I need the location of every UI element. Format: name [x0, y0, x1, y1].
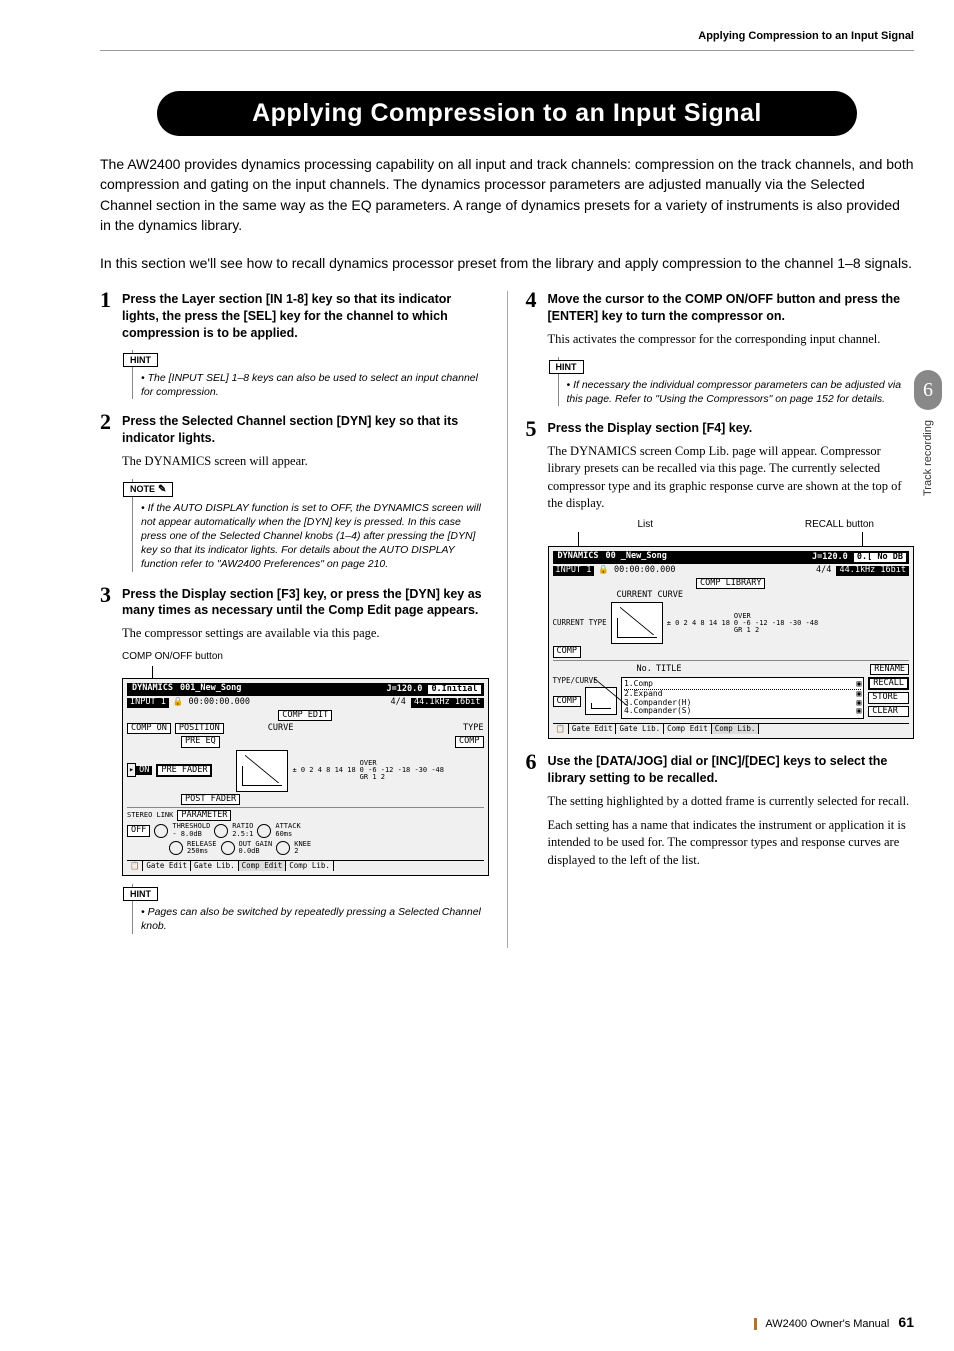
hint-callout: HINT Pages can also be switched by repea… — [132, 884, 489, 933]
step-number: 2 — [100, 409, 111, 435]
step-heading: Move the cursor to the COMP ON/OFF butto… — [548, 291, 915, 325]
step-6: 6 Use the [DATA/JOG] dial or [INC]/[DEC]… — [526, 753, 915, 869]
step-body: Each setting has a name that indicates t… — [548, 817, 915, 870]
page-footer: AW2400 Owner's Manual 61 — [754, 1314, 914, 1330]
step-number: 4 — [526, 287, 537, 313]
lcd-title: DYNAMICS — [129, 684, 176, 695]
preset-list: 1.Comp▣ 2.Expand▣ 3.Compander(H)▣ 4.Comp… — [621, 677, 864, 719]
lcd-channel: INPUT 1 — [553, 566, 595, 575]
step-body: This activates the compressor for the co… — [548, 331, 915, 349]
label-list: List — [638, 519, 654, 530]
gr-meter: ± 0 2 4 8 14 18 — [292, 767, 355, 774]
note-callout: NOTE If the AUTO DISPLAY function is set… — [132, 479, 489, 572]
gr-meter: ± 0 2 4 8 14 18 — [667, 620, 730, 627]
lcd-comp-edit: DYNAMICS 001_New_Song J=120.0 0.Initial … — [122, 678, 489, 876]
leader-line — [152, 666, 489, 678]
chapter-label: Track recording — [922, 420, 934, 496]
step-number: 5 — [526, 416, 537, 442]
lcd-channel: INPUT 1 — [127, 698, 169, 707]
rename-button: RENAME — [870, 664, 909, 675]
knob-icon — [257, 824, 271, 838]
intro-paragraph-2: In this section we'll see how to recall … — [100, 253, 914, 273]
step-1: 1 Press the Layer section [IN 1-8] key s… — [100, 291, 489, 399]
intro-paragraph-1: The AW2400 provides dynamics processing … — [100, 154, 914, 235]
lcd-title: DYNAMICS — [555, 552, 602, 563]
step-4: 4 Move the cursor to the COMP ON/OFF but… — [526, 291, 915, 406]
clear-button: CLEAR — [868, 706, 909, 717]
chapter-sidebar: 6 Track recording — [914, 370, 942, 496]
step-number: 6 — [526, 749, 537, 775]
label-recall: RECALL button — [805, 519, 874, 530]
knob-icon — [154, 824, 168, 838]
comp-on-button: COMP ON — [127, 723, 171, 734]
note-label: NOTE — [123, 482, 173, 497]
screenshot-caption: COMP ON/OFF button — [122, 651, 489, 662]
knob-icon — [221, 841, 235, 855]
curve-graph — [236, 750, 288, 792]
step-heading: Press the Display section [F4] key. — [548, 420, 915, 437]
step-body: The compressor settings are available vi… — [122, 625, 489, 643]
step-body: The DYNAMICS screen will appear. — [122, 453, 489, 471]
step-heading: Press the Layer section [IN 1-8] key so … — [122, 291, 489, 342]
curve-thumb — [585, 687, 617, 715]
step-number: 1 — [100, 287, 111, 313]
store-button: STORE — [868, 692, 909, 703]
step-body: The DYNAMICS screen Comp Lib. page will … — [548, 443, 915, 513]
hint-label: HINT — [123, 887, 158, 901]
page-number: 61 — [898, 1314, 914, 1330]
off-indicator: OFF — [127, 825, 150, 836]
hint-text: Pages can also be switched by repeatedly… — [141, 905, 489, 933]
leader-line — [578, 532, 579, 546]
hint-label: HINT — [549, 360, 584, 374]
level-meter: OVER0 -6 -12 -18 -30 -48GR 1 2 — [734, 613, 818, 634]
lcd-section: COMP EDIT — [278, 710, 332, 721]
leader-line — [862, 532, 864, 546]
hint-callout: HINT The [INPUT SEL] 1–8 keys can also b… — [132, 350, 489, 399]
lcd-tabs: 📋 Gate Edit Gate Lib. Comp Edit Comp Lib… — [127, 860, 484, 871]
step-3: 3 Press the Display section [F3] key, or… — [100, 586, 489, 934]
step-heading: Press the Display section [F3] key, or p… — [122, 586, 489, 620]
lcd-comp-lib: DYNAMICS 00 _New_Song J=120.0 0.[ No DB … — [548, 546, 915, 740]
chapter-number: 6 — [914, 370, 942, 410]
step-heading: Press the Selected Channel section [DYN]… — [122, 413, 489, 447]
hint-text: If necessary the individual compressor p… — [567, 378, 915, 406]
curve-graph — [611, 602, 663, 644]
on-indicator: ON — [136, 766, 152, 775]
running-header: Applying Compression to an Input Signal — [100, 30, 914, 42]
step-number: 3 — [100, 582, 111, 608]
section-title: Applying Compression to an Input Signal — [157, 91, 857, 136]
knob-icon — [276, 841, 290, 855]
step-2: 2 Press the Selected Channel section [DY… — [100, 413, 489, 571]
step-5: 5 Press the Display section [F4] key. Th… — [526, 420, 915, 739]
level-meter: OVER0 -6 -12 -18 -30 -48GR 1 2 — [360, 760, 444, 781]
lcd-section: COMP LIBRARY — [696, 578, 765, 589]
step-body: The setting highlighted by a dotted fram… — [548, 793, 915, 811]
recall-button: RECALL — [868, 677, 909, 690]
knob-icon — [169, 841, 183, 855]
knob-icon — [214, 824, 228, 838]
lcd-tabs: 📋 Gate Edit Gate Lib. Comp Edit Comp Lib… — [553, 723, 910, 734]
step-heading: Use the [DATA/JOG] dial or [INC]/[DEC] k… — [548, 753, 915, 787]
manual-title: AW2400 Owner's Manual — [765, 1318, 889, 1330]
header-rule — [100, 50, 914, 51]
note-text: If the AUTO DISPLAY function is set to O… — [141, 501, 489, 572]
hint-text: The [INPUT SEL] 1–8 keys can also be use… — [141, 371, 489, 399]
hint-label: HINT — [123, 353, 158, 367]
hint-callout: HINT If necessary the individual compres… — [558, 357, 915, 406]
